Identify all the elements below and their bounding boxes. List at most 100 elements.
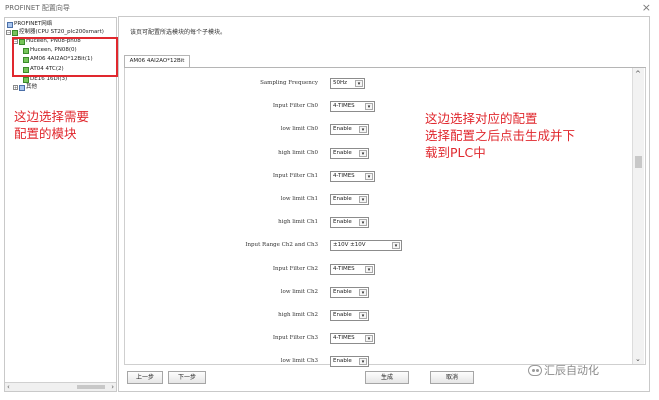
param-value: ±10V ±10V: [333, 242, 366, 249]
param-label: high limit Ch1: [278, 219, 318, 226]
param-row: Sampling Frequency 50Hz ▾: [124, 78, 624, 92]
param-select[interactable]: Enable ▾: [330, 194, 369, 205]
close-icon[interactable]: ×: [642, 1, 651, 14]
param-value: 4-TIMES: [333, 103, 355, 110]
dropdown-arrow-icon[interactable]: ▾: [392, 242, 400, 250]
dropdown-arrow-icon[interactable]: ▾: [359, 358, 367, 366]
param-value: Enable: [333, 288, 352, 295]
scroll-up-icon[interactable]: ^: [635, 70, 641, 78]
param-label: Input Filter Ch3: [272, 335, 318, 342]
param-label: Input Filter Ch2: [272, 265, 318, 272]
dropdown-arrow-icon[interactable]: ▾: [359, 126, 367, 134]
collapse-icon[interactable]: −: [6, 30, 11, 35]
param-select[interactable]: 4-TIMES ▾: [330, 333, 375, 345]
annotation-right: 这边选择对应的配置 选择配置之后点击生成并下 载到PLC中: [425, 110, 575, 161]
param-value: 50Hz: [333, 80, 348, 86]
param-value: 4-TIMES: [333, 265, 355, 272]
param-label: Input Filter Ch0: [272, 103, 318, 110]
param-row: high limit Ch2 Enable ▾: [124, 310, 624, 324]
tree-node-label: DE16 16DI(3): [30, 76, 68, 82]
param-select[interactable]: Enable ▾: [330, 356, 369, 368]
scroll-thumb[interactable]: [635, 156, 642, 168]
folder-icon: [19, 84, 25, 91]
dropdown-arrow-icon[interactable]: ▾: [365, 335, 373, 343]
param-row: low limit Ch2 Enable ▾: [124, 286, 624, 301]
param-label: low limit Ch1: [280, 196, 318, 202]
annotation-line: 选择配置之后点击生成并下: [425, 128, 576, 143]
param-select[interactable]: 4-TIMES ▾: [330, 170, 375, 182]
param-value: Enable: [333, 312, 352, 318]
dropdown-arrow-icon[interactable]: ▾: [355, 80, 363, 87]
tree-node-label: 控制器(CPU ST20_plc200smart): [19, 29, 104, 35]
param-select[interactable]: 4-TIMES ▾: [330, 101, 375, 113]
cancel-button[interactable]: 取消: [430, 371, 474, 384]
dropdown-arrow-icon[interactable]: ▾: [359, 196, 367, 203]
param-select[interactable]: Enable ▾: [330, 286, 369, 298]
annotation-line: 这边选择对应的配置: [425, 111, 538, 126]
info-text: 该页可配置所选模块的每个子模块。: [130, 29, 227, 36]
module-icon: [23, 76, 29, 83]
param-row: Input Range Ch2 and Ch3 ±10V ±10V ▾: [124, 240, 624, 254]
param-value: Enable: [333, 358, 352, 365]
tree-node-module[interactable]: DE16 16DI(3): [23, 76, 67, 83]
param-select[interactable]: Enable ▾: [330, 217, 369, 229]
param-label: Input Range Ch2 and Ch3: [245, 242, 318, 249]
annotation-line: 配置的模块: [14, 126, 77, 141]
annotation-line: 这边选择需要: [14, 109, 90, 124]
param-row: high limit Ch1 Enable ▾: [124, 217, 624, 231]
tree-node-controller[interactable]: − 控制器(CPU ST20_plc200smart): [6, 29, 104, 36]
param-value: 4-TIMES: [333, 335, 355, 342]
param-value: Enable: [333, 149, 352, 156]
param-row: Input Filter Ch2 4-TIMES ▾: [124, 263, 624, 278]
param-value: Enable: [333, 126, 352, 133]
param-label: Input Filter Ch1: [272, 172, 318, 179]
tree-horizontal-scrollbar[interactable]: ‹ ›: [5, 382, 116, 391]
param-label: Sampling Frequency: [260, 80, 318, 86]
tab-module[interactable]: AM06 4AI2AO*12Bit: [124, 55, 190, 67]
param-select[interactable]: ±10V ±10V ▾: [330, 240, 402, 252]
param-label: high limit Ch0: [278, 149, 318, 156]
param-value: Enable: [333, 219, 352, 226]
dropdown-arrow-icon[interactable]: ▾: [359, 288, 367, 296]
dropdown-arrow-icon[interactable]: ▾: [359, 312, 367, 319]
annotation-left: 这边选择需要 配置的模块: [14, 108, 89, 142]
controller-icon: [12, 29, 18, 36]
param-label: low limit Ch0: [280, 126, 318, 133]
tree-node-label: 其他: [26, 84, 38, 90]
param-select[interactable]: 4-TIMES ▾: [330, 263, 375, 275]
watermark: 汇辰自动化: [528, 362, 599, 378]
highlight-box: [12, 37, 118, 77]
dropdown-arrow-icon[interactable]: ▾: [359, 149, 367, 157]
param-select[interactable]: Enable ▾: [330, 147, 369, 159]
window-title: PROFINET 配置向导: [5, 4, 70, 12]
prev-button[interactable]: 上一步: [127, 371, 163, 384]
dropdown-arrow-icon[interactable]: ▾: [359, 219, 367, 227]
tree-node-root[interactable]: PROFINET网络: [7, 21, 52, 28]
params-vertical-scrollbar[interactable]: ^ ⌄: [632, 68, 644, 364]
scroll-left-icon[interactable]: ‹: [7, 383, 10, 391]
tree-node-label: PROFINET网络: [14, 21, 53, 27]
param-row: Input Filter Ch1 4-TIMES ▾: [124, 170, 624, 185]
network-icon: [7, 21, 13, 28]
dropdown-arrow-icon[interactable]: ▾: [365, 265, 373, 273]
annotation-line: 载到PLC中: [425, 145, 486, 160]
scroll-right-icon[interactable]: ›: [111, 383, 114, 391]
dropdown-arrow-icon[interactable]: ▾: [365, 172, 373, 180]
param-label: low limit Ch3: [280, 358, 318, 365]
wechat-icon: [528, 364, 542, 376]
dropdown-arrow-icon[interactable]: ▾: [365, 103, 373, 111]
scroll-thumb[interactable]: [77, 385, 105, 389]
scroll-down-icon[interactable]: ⌄: [635, 355, 641, 363]
param-select[interactable]: Enable ▾: [330, 310, 369, 321]
param-label: low limit Ch2: [280, 288, 318, 295]
param-label: high limit Ch2: [278, 312, 318, 318]
param-select[interactable]: 50Hz ▾: [330, 78, 365, 89]
tree-node-other[interactable]: + 其他: [13, 84, 37, 91]
expand-icon[interactable]: +: [13, 85, 18, 90]
param-value: Enable: [333, 196, 352, 202]
param-select[interactable]: Enable ▾: [330, 124, 369, 136]
next-button[interactable]: 下一步: [168, 371, 206, 384]
generate-button[interactable]: 生成: [365, 371, 409, 384]
title-bar: PROFINET 配置向导 ×: [0, 0, 659, 16]
param-row: low limit Ch1 Enable ▾: [124, 194, 624, 208]
